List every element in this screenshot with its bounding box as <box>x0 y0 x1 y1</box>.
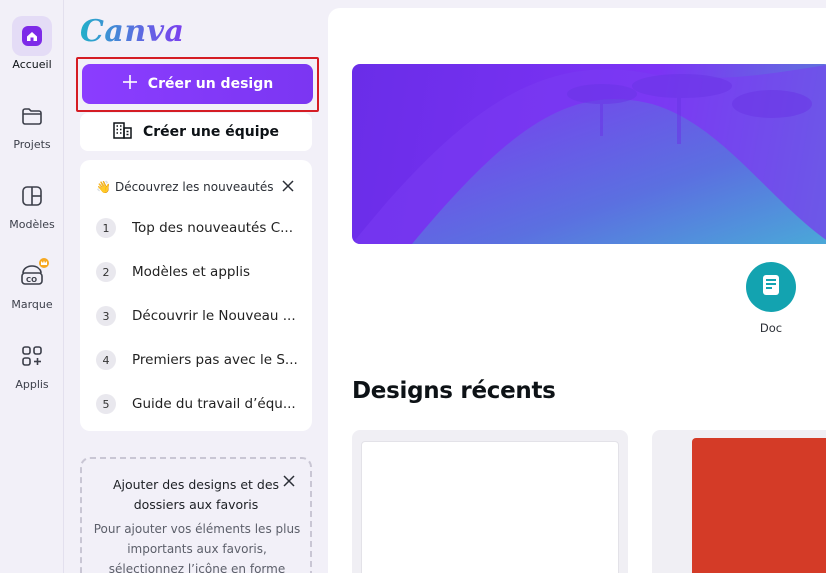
create-design-highlight: Créer un design <box>76 57 319 112</box>
close-icon[interactable] <box>280 178 296 194</box>
canva-logo[interactable]: Canva <box>80 14 185 49</box>
design-thumbnail[interactable] <box>652 430 826 573</box>
recent-designs-title: Designs récents <box>352 378 556 404</box>
templates-icon <box>12 176 52 216</box>
doc-icon <box>760 273 782 301</box>
doc-shortcut-label: Doc <box>759 321 783 335</box>
team-building-icon <box>113 121 133 143</box>
create-design-label: Créer un design <box>147 76 274 92</box>
rail-item-apps[interactable]: Applis <box>0 336 64 406</box>
step-number: 2 <box>96 262 116 282</box>
design-preview-red <box>692 438 826 573</box>
rail-item-templates[interactable]: Modèles <box>0 176 64 246</box>
whats-new-card: 👋 Découvrez les nouveautés 1 Top des nou… <box>80 160 312 431</box>
home-icon <box>12 16 52 56</box>
doc-shortcut-button[interactable] <box>746 262 796 312</box>
left-rail: Accueil Projets Modèles CO Marque Applis <box>0 0 64 573</box>
list-item-label: Top des nouveautés C... <box>132 220 293 236</box>
rail-label-home: Accueil <box>12 58 52 71</box>
apps-icon <box>12 336 52 376</box>
folder-icon <box>12 96 52 136</box>
list-item-label: Découvrir le Nouveau ... <box>132 308 296 324</box>
rail-item-home[interactable]: Accueil <box>0 16 64 86</box>
plus-icon <box>122 74 138 94</box>
whats-new-heading: 👋 Découvrez les nouveautés <box>96 180 274 194</box>
list-item-label: Modèles et applis <box>132 264 250 280</box>
design-preview-blank <box>361 441 619 573</box>
step-number: 4 <box>96 350 116 370</box>
step-number: 3 <box>96 306 116 326</box>
list-item[interactable]: 2 Modèles et applis <box>96 258 306 286</box>
rail-label-projects: Projets <box>13 138 51 151</box>
create-team-button[interactable]: Créer une équipe <box>80 113 312 151</box>
hero-banner <box>352 64 826 244</box>
close-icon[interactable] <box>282 473 296 487</box>
favorites-tip-card: Ajouter des designs et des dossiers aux … <box>80 457 312 573</box>
main-content: Doc Designs récents <box>328 8 826 573</box>
rail-label-templates: Modèles <box>9 218 55 231</box>
whats-new-title: Découvrez les nouveautés <box>114 180 274 194</box>
favorites-tip-title: Ajouter des designs et des dossiers aux … <box>112 477 280 512</box>
side-panel: Canva Créer un design Créer une équipe 👋… <box>64 0 328 573</box>
hero-artwork <box>352 64 826 244</box>
rail-label-apps: Applis <box>15 378 49 391</box>
favorites-tip-body: Pour ajouter vos éléments les plus impor… <box>93 522 301 573</box>
create-design-button[interactable]: Créer un design <box>82 64 313 104</box>
wave-hand-icon: 👋 <box>96 180 111 194</box>
create-team-label: Créer une équipe <box>142 124 280 140</box>
rail-item-brand[interactable]: CO Marque <box>0 256 64 326</box>
list-item[interactable]: 1 Top des nouveautés C... <box>96 214 306 242</box>
step-number: 5 <box>96 394 116 414</box>
list-item[interactable]: 4 Premiers pas avec le S... <box>96 346 306 374</box>
brand-icon: CO <box>12 256 52 296</box>
list-item-label: Premiers pas avec le S... <box>132 352 298 368</box>
step-number: 1 <box>96 218 116 238</box>
crown-icon <box>37 256 51 270</box>
rail-item-projects[interactable]: Projets <box>0 96 64 166</box>
list-item[interactable]: 5 Guide du travail d’équ... <box>96 390 306 418</box>
list-item[interactable]: 3 Découvrir le Nouveau ... <box>96 302 306 330</box>
svg-text:CO: CO <box>26 276 37 284</box>
design-thumbnail[interactable] <box>352 430 628 573</box>
rail-label-brand: Marque <box>11 298 53 311</box>
list-item-label: Guide du travail d’équ... <box>132 396 296 412</box>
